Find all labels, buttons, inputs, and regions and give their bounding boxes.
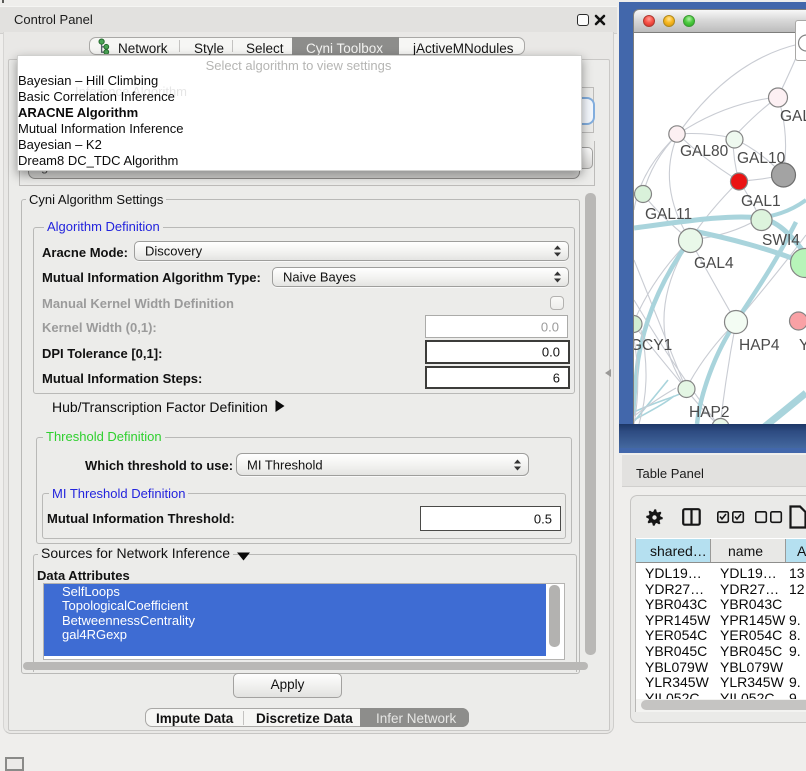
svg-text:GAL80: GAL80 [680,143,729,160]
svg-text:GAL1: GAL1 [741,193,781,210]
svg-text:GCY1: GCY1 [634,337,672,354]
svg-text:GAL10: GAL10 [737,150,786,167]
svg-text:Y: Y [799,337,806,354]
svg-text:HAP4: HAP4 [739,337,780,354]
svg-text:GAL2: GAL2 [780,108,806,125]
svg-text:SWI4: SWI4 [762,232,800,249]
svg-text:GAL4: GAL4 [694,255,734,272]
svg-text:GAL11: GAL11 [645,206,692,223]
svg-text:HAP2: HAP2 [689,404,730,421]
